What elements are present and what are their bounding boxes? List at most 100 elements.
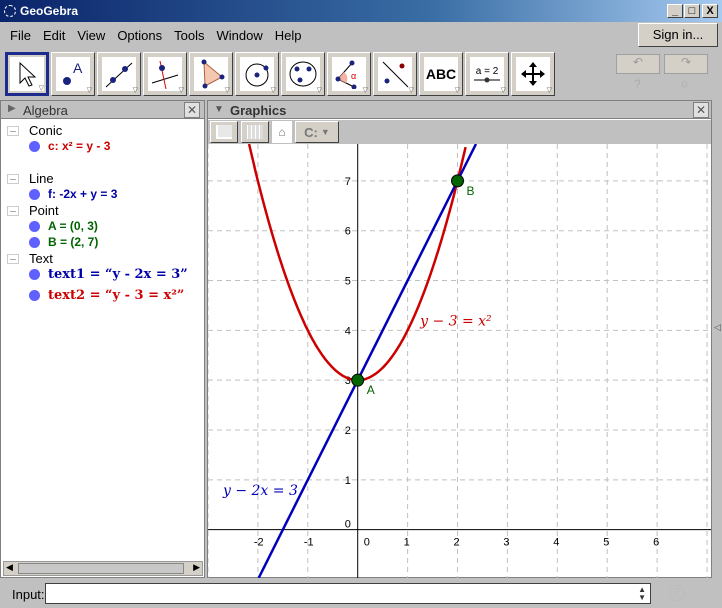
visibility-dot-icon[interactable] (29, 290, 40, 301)
horizontal-scrollbar[interactable]: ◀ ▶ (3, 561, 203, 576)
tool-circle-three-points[interactable]: ▽ (281, 52, 325, 96)
list-item[interactable]: A = (0, 3) (29, 219, 98, 233)
tool-line[interactable]: ▽ (97, 52, 141, 96)
graphics-style-dropdown[interactable]: C: ▼ (295, 121, 339, 143)
toggle-grid-button[interactable] (241, 121, 269, 143)
menu-window[interactable]: Window (216, 28, 262, 48)
graphics-canvas[interactable]: -2 -1 0 1 2 3 4 5 601234567y − 3 = x²y − 2x = 3A… (208, 144, 711, 578)
circle-center-icon (245, 63, 269, 87)
undo-icon: ↶ (632, 55, 644, 69)
parabola-label: y − 3 = x² (419, 313, 492, 329)
home-icon: ⌂ (278, 125, 286, 139)
collapse-text-icon[interactable] (7, 254, 19, 264)
close-algebra-button[interactable]: ✕ (184, 102, 200, 118)
help-icon[interactable]: ? (634, 77, 641, 91)
list-item[interactable]: B = (2, 7) (29, 235, 98, 249)
x-tick-label: -1 (304, 537, 314, 549)
tool-move[interactable]: ▽ (5, 52, 49, 96)
x-tick-label: 1 (404, 537, 410, 549)
y-tick-label: 4 (345, 325, 351, 337)
menu-file[interactable]: File (10, 28, 31, 48)
line-f (257, 144, 478, 578)
sign-in-button[interactable]: Sign in... (638, 23, 718, 47)
minimize-button[interactable]: _ (667, 4, 683, 18)
input-label: Input: (12, 587, 45, 602)
y-tick-label: 6 (345, 226, 351, 238)
input-history-icon[interactable]: ▲ ▼ (638, 586, 646, 602)
tool-move-graphics[interactable]: ▽ (511, 52, 555, 96)
home-button[interactable]: ⌂ (272, 121, 292, 143)
text-tool-label: ABC (424, 57, 458, 91)
menu-options[interactable]: Options (117, 28, 162, 48)
x-tick-label: 0 (364, 537, 370, 549)
polygon-icon (201, 59, 225, 89)
list-item[interactable]: f: -2x + y = 3 (29, 187, 117, 201)
scrollbar-thumb[interactable] (18, 563, 184, 574)
visibility-dot-icon[interactable] (29, 140, 40, 152)
y-tick-label: 2 (345, 425, 351, 437)
dropdown-arrow-icon: ▼ (320, 127, 330, 137)
visibility-dot-icon[interactable] (29, 236, 40, 248)
scroll-left-icon[interactable]: ◀ (6, 562, 13, 573)
x-tick-label: 6 (653, 537, 659, 549)
tool-polygon[interactable]: ▽ (189, 52, 233, 96)
tool-circle-center[interactable]: ▽ (235, 52, 279, 96)
point-icon: A (63, 60, 83, 85)
menu-edit[interactable]: Edit (43, 28, 65, 48)
tool-text[interactable]: ABC ▽ (419, 52, 463, 96)
toggle-axes-button[interactable] (210, 121, 238, 143)
x-tick-label: 2 (454, 537, 460, 549)
slider-icon (474, 77, 500, 82)
input-help-icon[interactable]: ? (669, 585, 685, 601)
collapse-triangle-icon[interactable]: ▼ (214, 104, 224, 115)
expand-panel-icon[interactable]: ◁ (714, 322, 721, 333)
x-tick-label: 5 (603, 537, 609, 549)
tool-perpendicular[interactable]: ▽ (143, 52, 187, 96)
visibility-dot-icon[interactable] (29, 269, 40, 280)
menu-bar: File Edit View Options Tools Window Help (0, 22, 722, 48)
list-item[interactable]: text2 = “y - 3 = x²” (29, 288, 184, 303)
close-button[interactable]: X (702, 4, 718, 18)
list-item[interactable]: c: x² = y - 3 (29, 139, 110, 153)
settings-gear-icon[interactable]: ☼ (679, 76, 690, 90)
redo-button[interactable]: ↷ (664, 54, 708, 74)
menu-tools[interactable]: Tools (174, 28, 204, 48)
tool-angle[interactable]: α ▽ (327, 52, 371, 96)
list-item[interactable]: text1 = “y - 2x = 3” (29, 267, 188, 282)
close-graphics-button[interactable]: ✕ (693, 102, 709, 118)
y-tick-label: 1 (345, 475, 351, 487)
tool-reflect[interactable]: ▽ (373, 52, 417, 96)
undo-button[interactable]: ↶ (616, 54, 660, 74)
collapse-line-icon[interactable] (7, 174, 19, 184)
collapse-conic-icon[interactable] (7, 126, 19, 136)
reflect-icon (382, 61, 409, 88)
menu-view[interactable]: View (77, 28, 105, 48)
app-title: GeoGebra (20, 4, 79, 18)
title-bar: GeoGebra (0, 0, 722, 22)
group-text: Text (29, 251, 53, 266)
tool-point[interactable]: A ▽ (51, 52, 95, 96)
visibility-dot-icon[interactable] (29, 220, 40, 232)
svg-text:α: α (351, 71, 356, 81)
perpendicular-line-icon (151, 60, 179, 89)
grid-icon (247, 125, 263, 139)
menu-help[interactable]: Help (275, 28, 302, 48)
visibility-dot-icon[interactable] (29, 188, 40, 200)
tool-slider[interactable]: a = 2 ▽ (465, 52, 509, 96)
graphics-panel: ▼ Graphics ✕ ⌂ C: ▼ -2 -1 0 1 2 3 4 5 6 0 1 2 3 4 5 6 7 y … (207, 100, 712, 578)
scroll-right-icon[interactable]: ▶ (193, 562, 200, 573)
expand-triangle-icon[interactable]: ▶ (8, 103, 16, 114)
point-label: A (367, 383, 375, 397)
collapse-point-icon[interactable] (7, 206, 19, 216)
x-tick-label: 4 (553, 537, 559, 549)
x-tick-label: -2 (254, 537, 264, 549)
axes-icon (216, 125, 232, 139)
cursor-arrow-icon (19, 61, 37, 87)
input-field[interactable]: ▲ ▼ (45, 583, 651, 604)
angle-icon: α (335, 60, 357, 89)
graphics-header: ▼ Graphics ✕ (208, 101, 711, 119)
line-icon (105, 62, 133, 88)
group-point: Point (29, 203, 59, 218)
y-tick-label: 7 (345, 176, 351, 188)
maximize-button[interactable]: □ (684, 4, 700, 18)
